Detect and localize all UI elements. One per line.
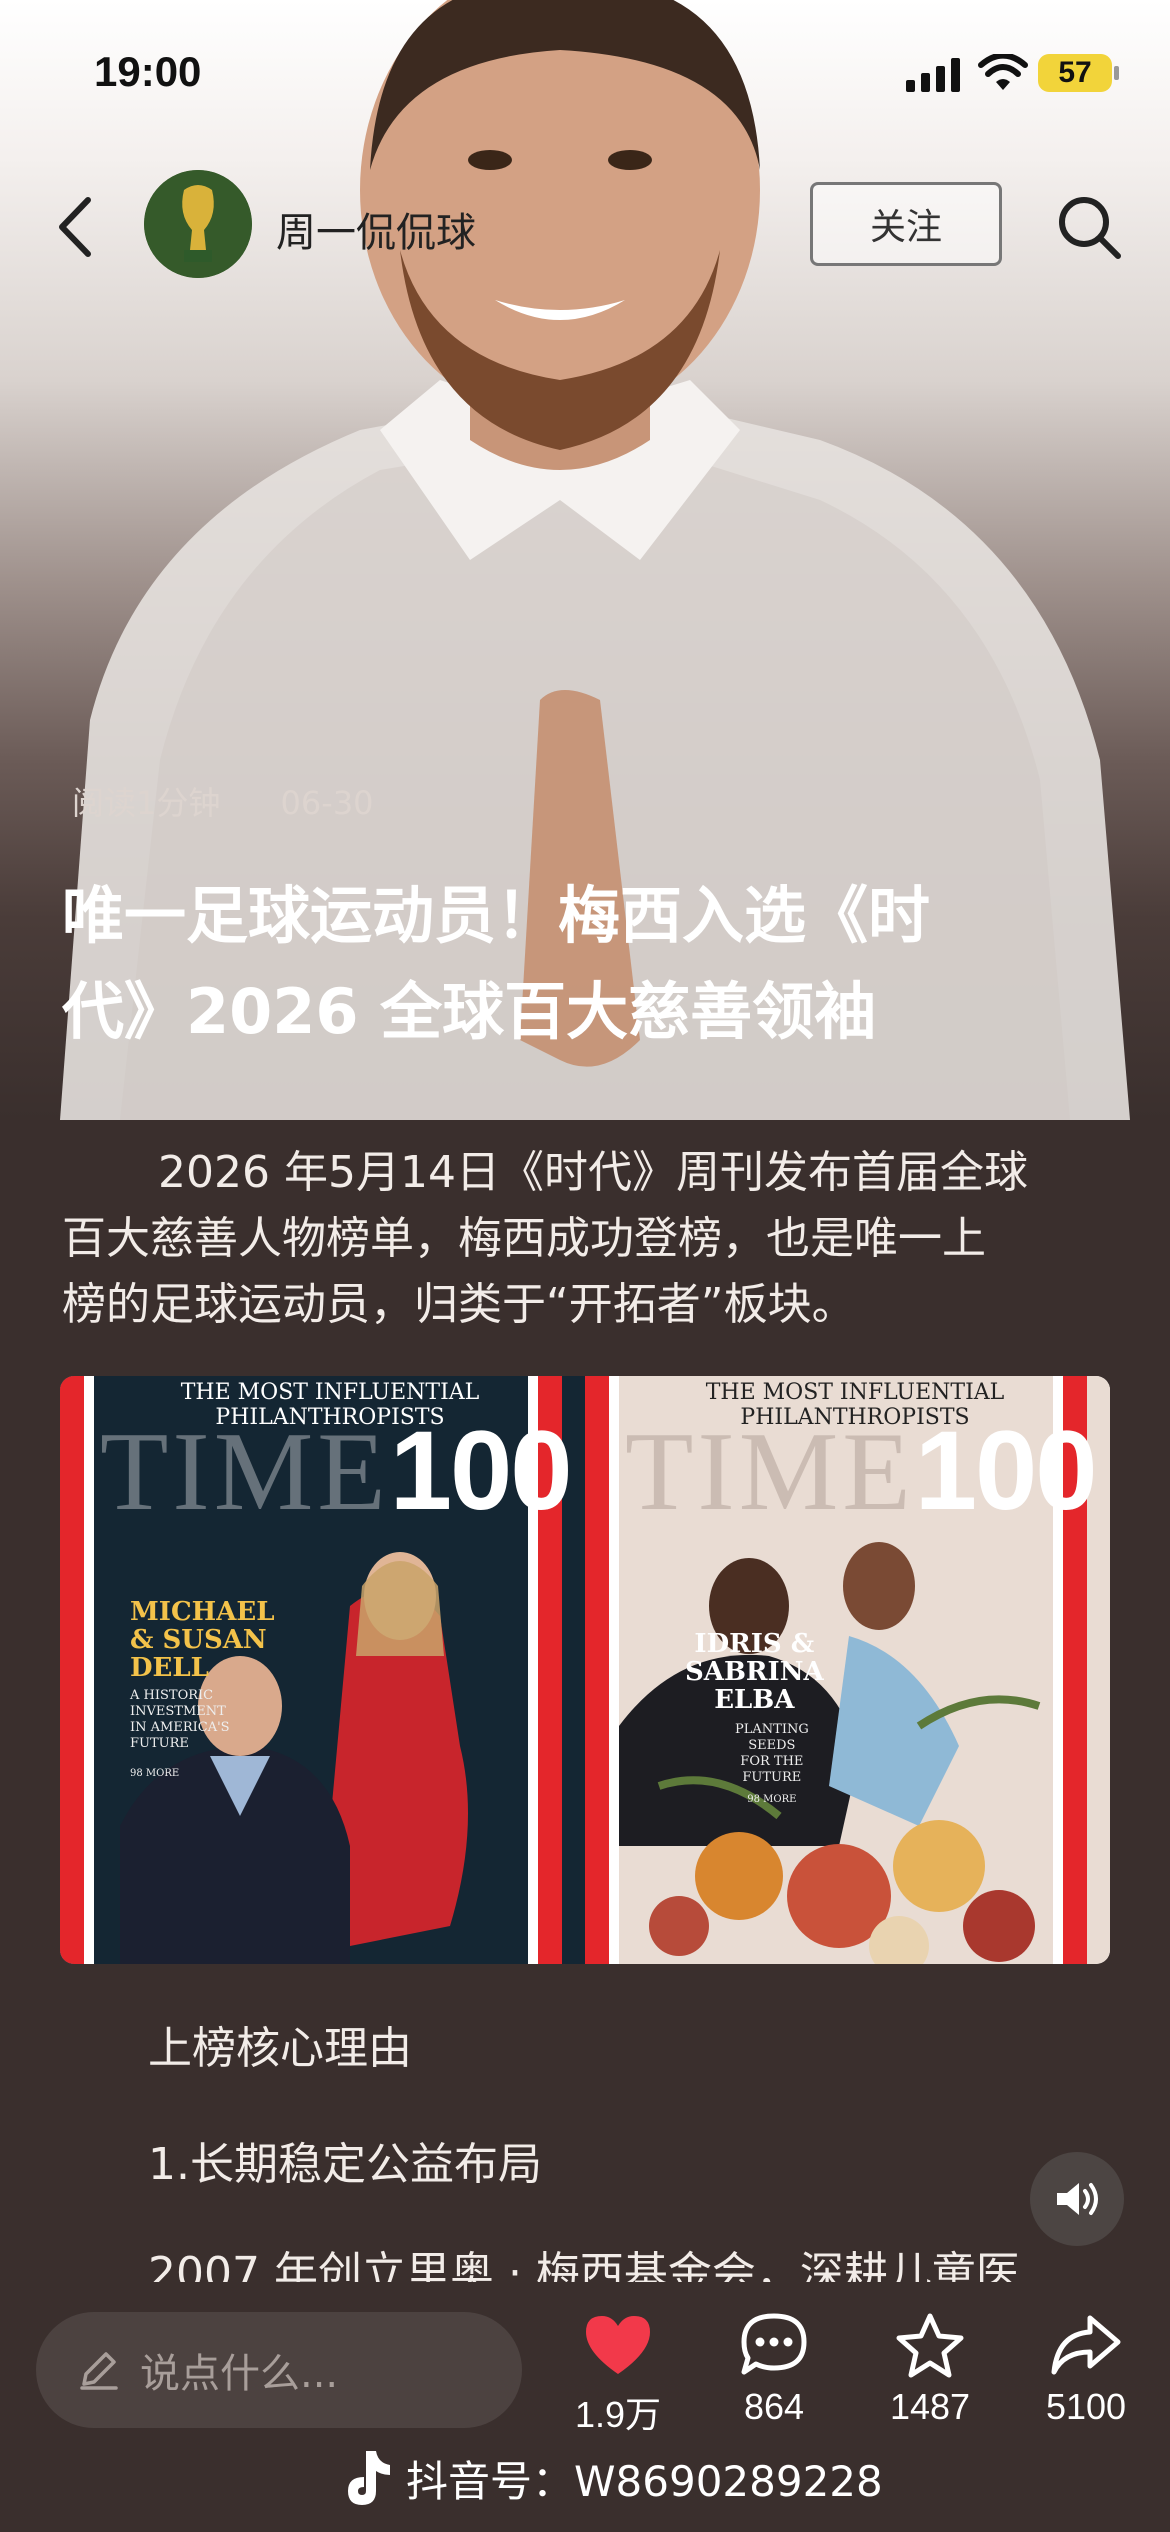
read-time: 阅读1分钟 [72,784,221,822]
time-cover-elba: THE MOST INFLUENTIAL PHILANTHROPISTS TIM… [585,1376,1110,1964]
cover-name: MICHAEL & SUSAN DELL [130,1597,275,1683]
top-nav: 周一侃侃球 关注 [0,170,1170,290]
time-100-logo: TIME100 [100,1408,573,1534]
cover-border-inner [609,1376,619,1964]
favorite-button[interactable]: 1487 [860,2312,1000,2428]
title-line-1: 唯一足球运动员！梅西入选《时 [62,879,931,952]
para-line-1: 2026 年5月14日《时代》周刊发布首届全球 [158,1147,1028,1198]
hero-image: 19:00 57 周一侃侃球 关注 阅读1分钟 06-30 唯一足球运动员！梅西… [0,0,1170,1120]
like-button[interactable]: 1.9万 [548,2312,688,2438]
author-name[interactable]: 周一侃侃球 [276,200,476,258]
point-1: 1.长期稳定公益布局 [148,2139,542,2190]
article-title: 唯一足球运动员！梅西入选《时 代》2026 全球百大慈善领袖 [62,868,1122,1060]
bottom-bar: 说点什么... 1.9万 864 1487 5100 抖音号：W86902892… [0,2288,1170,2532]
battery-level: 57 [1038,54,1112,92]
author-avatar[interactable] [144,170,252,278]
battery-cap [1114,66,1119,80]
douyin-logo-icon [348,2451,390,2505]
cover-subtitle: PLANTING SEEDS FOR THE FUTURE 98 MORE [735,1722,809,1805]
share-button[interactable]: 5100 [1016,2312,1156,2428]
back-icon[interactable] [48,192,108,262]
comment-input[interactable]: 说点什么... [36,2312,522,2428]
comment-icon [741,2313,807,2375]
like-count: 1.9万 [574,2394,662,2435]
comment-button[interactable]: 864 [704,2312,844,2428]
truncated-line: 2007 年创立里奥 · 梅西基金会，深耕儿童医 [148,2248,1020,2282]
follow-button[interactable]: 关注 [810,182,1002,266]
cover-name: IDRIS & SABRINA ELBA [685,1629,824,1715]
cover-border-inner [84,1376,94,1964]
cover-subtitle: A HISTORIC INVESTMENT IN AMERICA'S FUTURE 9… [130,1688,230,1779]
pencil-icon [80,2352,118,2390]
star-icon [896,2313,964,2378]
status-time: 19:00 [94,48,202,95]
time-covers-image[interactable]: THE MOST INFLUENTIAL PHILANTHROPISTS TIM… [60,1376,1110,1964]
para-line-2: 百大慈善人物榜单，梅西成功登榜，也是唯一上 [62,1213,986,1264]
cover-elba-photo [619,1542,1041,1964]
comment-count: 864 [743,2386,805,2427]
share-count: 5100 [1045,2386,1127,2427]
sound-button[interactable] [1030,2152,1124,2246]
article-meta: 阅读1分钟 06-30 [72,778,424,824]
section-heading: 上榜核心理由 [148,2023,412,2074]
watermark-text: 抖音号：W8690289228 [406,2456,883,2506]
title-line-2: 代》2026 全球百大慈善领袖 [62,975,877,1048]
time-100-logo: TIME100 [625,1408,1098,1534]
douyin-watermark: 抖音号：W8690289228 [330,2438,950,2518]
time-cover-dell: THE MOST INFLUENTIAL PHILANTHROPISTS TIM… [60,1376,585,1964]
search-icon[interactable] [1054,192,1124,262]
heart-icon [586,2316,650,2374]
favorite-count: 1487 [889,2386,971,2427]
publish-date: 06-30 [280,784,374,822]
sound-icon [1057,2183,1098,2215]
share-icon [1051,2315,1121,2375]
para-line-3: 榜的足球运动员，归类于“开拓者”板块。 [62,1279,856,1330]
intro-paragraph: 2026 年5月14日《时代》周刊发布首届全球 百大慈善人物榜单，梅西成功登榜，… [62,1140,1122,1338]
cover-border-left [585,1376,609,1964]
comment-placeholder: 说点什么... [140,2351,339,2397]
cover-border-left [60,1376,84,1964]
wifi-icon [978,54,1028,90]
status-bar: 19:00 57 [0,0,1170,150]
trophy-icon [144,170,252,278]
signal-icon [906,58,960,92]
